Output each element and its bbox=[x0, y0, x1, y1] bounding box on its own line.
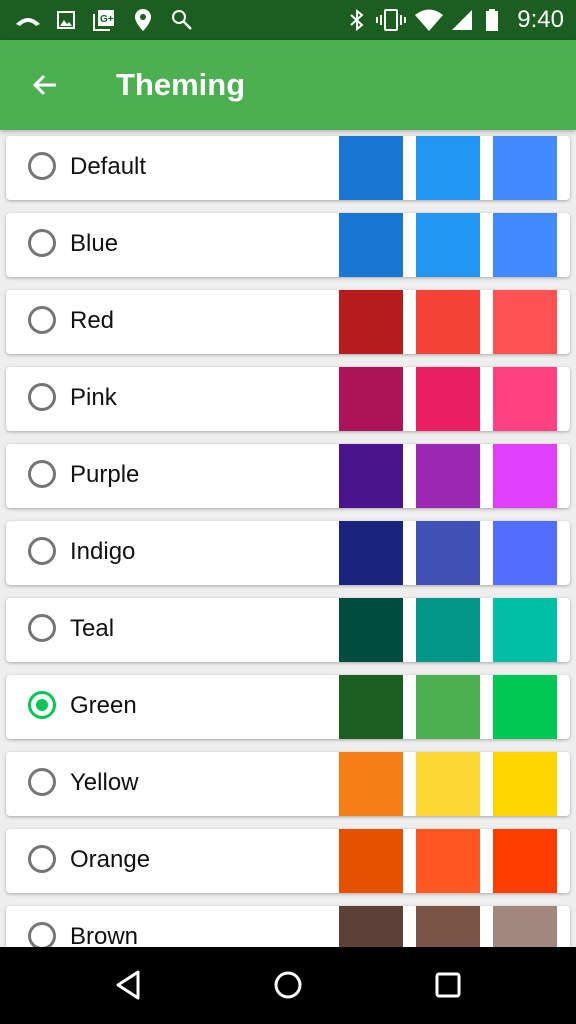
primary-dark-swatch bbox=[339, 367, 403, 431]
primary-swatch bbox=[416, 829, 480, 893]
primary-swatch bbox=[416, 444, 480, 508]
primary-swatch bbox=[416, 367, 480, 431]
radio-button[interactable] bbox=[28, 845, 56, 873]
primary-dark-swatch bbox=[339, 829, 403, 893]
radio-button[interactable] bbox=[28, 614, 56, 642]
signal-icon bbox=[450, 8, 474, 32]
primary-dark-swatch bbox=[339, 675, 403, 739]
primary-swatch bbox=[416, 136, 480, 200]
primary-dark-swatch bbox=[339, 906, 403, 947]
theme-option-pink[interactable]: Pink bbox=[6, 367, 570, 431]
vibrate-icon bbox=[376, 8, 406, 32]
radio-button[interactable] bbox=[28, 922, 56, 947]
theme-label: Teal bbox=[70, 615, 115, 642]
primary-swatch bbox=[416, 213, 480, 277]
primary-swatch bbox=[416, 675, 480, 739]
theme-option-green[interactable]: Green bbox=[6, 675, 570, 739]
theme-label: Pink bbox=[70, 384, 117, 411]
radio-button[interactable] bbox=[28, 691, 56, 719]
primary-dark-swatch bbox=[339, 598, 403, 662]
theme-label: Yellow bbox=[70, 769, 139, 796]
primary-swatch bbox=[416, 752, 480, 816]
status-time: 9:40 bbox=[517, 6, 564, 33]
radio-button[interactable] bbox=[28, 306, 56, 334]
home-icon[interactable] bbox=[270, 967, 306, 1003]
theme-option-indigo[interactable]: Indigo bbox=[6, 521, 570, 585]
search-icon bbox=[170, 8, 194, 32]
primary-dark-swatch bbox=[339, 213, 403, 277]
accent-swatch bbox=[493, 675, 557, 739]
primary-dark-swatch bbox=[339, 290, 403, 354]
battery-icon bbox=[484, 8, 500, 32]
location-icon bbox=[134, 8, 152, 32]
radio-button[interactable] bbox=[28, 537, 56, 565]
back-icon[interactable] bbox=[110, 967, 146, 1003]
theme-option-yellow[interactable]: Yellow bbox=[6, 752, 570, 816]
radio-button[interactable] bbox=[28, 152, 56, 180]
primary-swatch bbox=[416, 290, 480, 354]
radio-button[interactable] bbox=[28, 768, 56, 796]
theme-option-orange[interactable]: Orange bbox=[6, 829, 570, 893]
theme-option-default[interactable]: Default bbox=[6, 136, 570, 200]
accent-swatch bbox=[493, 829, 557, 893]
page-title: Theming bbox=[116, 67, 246, 102]
theme-option-brown[interactable]: Brown bbox=[6, 906, 570, 947]
status-bar: G+ 9:40 bbox=[0, 0, 576, 40]
image-icon bbox=[56, 8, 76, 32]
primary-dark-swatch bbox=[339, 444, 403, 508]
accent-swatch bbox=[493, 290, 557, 354]
theme-label: Blue bbox=[70, 230, 119, 257]
app-bar: Theming bbox=[0, 40, 576, 130]
primary-dark-swatch bbox=[339, 136, 403, 200]
primary-dark-swatch bbox=[339, 752, 403, 816]
accent-swatch bbox=[493, 521, 557, 585]
theme-label: Green bbox=[70, 692, 137, 719]
theme-option-teal[interactable]: Teal bbox=[6, 598, 570, 662]
google-plus-icon: G+ bbox=[92, 8, 116, 32]
arrow-back-icon[interactable] bbox=[28, 68, 62, 102]
accent-swatch bbox=[493, 367, 557, 431]
theme-label: Default bbox=[70, 153, 147, 180]
missed-call-icon bbox=[14, 8, 42, 32]
accent-swatch bbox=[493, 752, 557, 816]
recents-icon[interactable] bbox=[430, 967, 466, 1003]
accent-swatch bbox=[493, 213, 557, 277]
radio-button[interactable] bbox=[28, 460, 56, 488]
theme-option-red[interactable]: Red bbox=[6, 290, 570, 354]
theme-list[interactable]: Default Blue Red Pink Purple Indigo Teal Green Y… bbox=[0, 130, 576, 947]
theme-option-blue[interactable]: Blue bbox=[6, 213, 570, 277]
primary-dark-swatch bbox=[339, 521, 403, 585]
theme-label: Red bbox=[70, 307, 115, 334]
primary-swatch bbox=[416, 906, 480, 947]
theme-label: Orange bbox=[70, 846, 151, 873]
radio-button[interactable] bbox=[28, 229, 56, 257]
theme-option-purple[interactable]: Purple bbox=[6, 444, 570, 508]
theme-label: Purple bbox=[70, 461, 140, 488]
navigation-bar bbox=[0, 947, 576, 1024]
primary-swatch bbox=[416, 521, 480, 585]
radio-button[interactable] bbox=[28, 383, 56, 411]
accent-swatch bbox=[493, 906, 557, 947]
accent-swatch bbox=[493, 598, 557, 662]
bluetooth-icon bbox=[348, 8, 366, 32]
theme-label: Brown bbox=[70, 923, 139, 947]
accent-swatch bbox=[493, 444, 557, 508]
svg-text:G+: G+ bbox=[100, 14, 114, 25]
primary-swatch bbox=[416, 598, 480, 662]
wifi-icon bbox=[414, 8, 444, 32]
accent-swatch bbox=[493, 136, 557, 200]
theme-label: Indigo bbox=[70, 538, 136, 565]
